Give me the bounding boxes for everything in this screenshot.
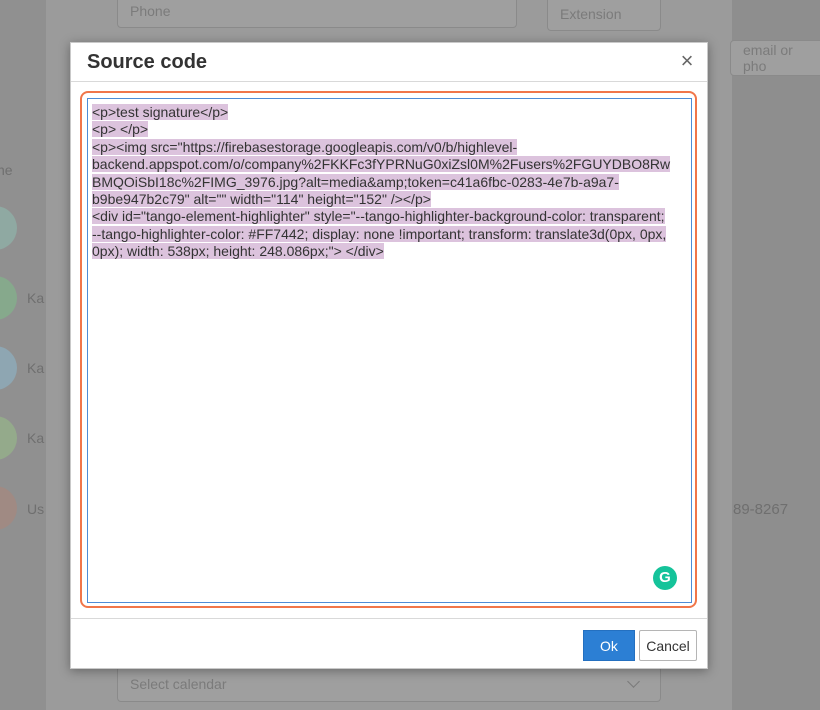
code-line: backend.appspot.com/o/company%2FKKFc3fYP… [92,156,671,173]
phone-number: 89-8267 [733,501,789,518]
code-line: <p> </p> [92,121,149,138]
grammarly-icon[interactable]: G [653,566,677,590]
user-name: Ka [27,430,45,446]
calendar-select[interactable]: Select calendar [117,666,661,702]
dialog-footer: Ok Cancel [71,618,707,670]
user-name: Us [27,501,45,517]
extension-placeholder: Extension [560,5,622,22]
code-line: <p>test signature</p> [92,104,229,120]
extension-input[interactable]: Extension [547,0,661,31]
user-name: Ka [27,290,45,306]
source-code-dialog: Source code × <p>test signature</p> <p> … [70,42,708,669]
search-input[interactable]: email or pho [730,40,820,76]
dialog-header: Source code × [71,43,707,82]
user-name: Ka [27,360,45,376]
code-line: BMQOiSbI18c%2FIMG_3976.jpg?alt=media&amp… [92,173,619,190]
background-right-column [732,0,820,710]
cancel-button[interactable]: Cancel [639,630,697,661]
calendar-placeholder: Select calendar [130,676,227,692]
search-placeholder: email or pho [743,42,793,74]
dialog-title: Source code [87,51,208,73]
ok-button[interactable]: Ok [583,630,635,661]
close-icon[interactable]: × [677,50,697,72]
code-line: <p><img src="https://firebasestorage.goo… [92,138,518,155]
side-label: ne [0,162,13,178]
code-line: 0px); width: 538px; height: 248.086px;">… [92,243,384,260]
code-line: b9be947b2c79" alt="" width="114" height=… [92,191,431,208]
source-code-textarea[interactable]: <p>test signature</p> <p> </p> <p><img s… [87,98,692,603]
phone-input[interactable]: Phone [117,0,517,28]
code-line: <div id="tango-element-highlighter" styl… [92,208,665,225]
code-line: --tango-highlighter-color: #FF7442; disp… [92,225,667,242]
phone-placeholder: Phone [130,3,171,19]
